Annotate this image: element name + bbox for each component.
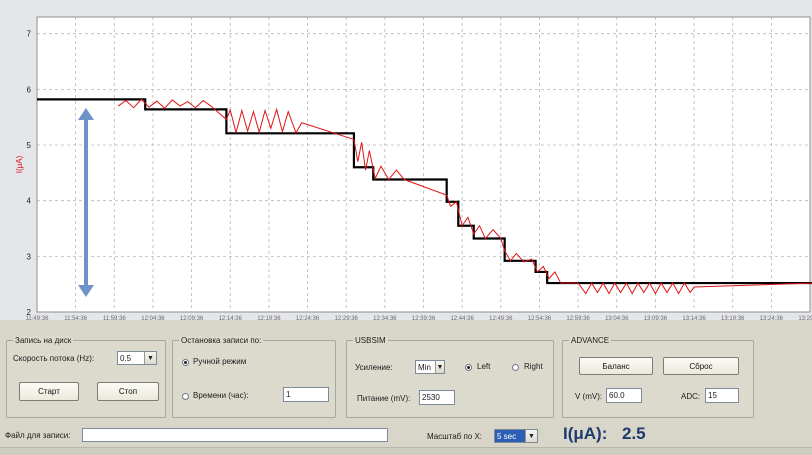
x-tick-label: 12:34:36 [373, 316, 397, 320]
file-input[interactable] [82, 428, 388, 442]
rate-select[interactable]: 0.5 ▼ [117, 351, 157, 365]
v-value: 60.0 [609, 391, 625, 400]
balance-button[interactable]: Баланс [579, 357, 653, 375]
x-tick-label: 12:44:36 [450, 316, 474, 320]
file-label: Файл для записи: [5, 431, 71, 440]
time-radio[interactable] [182, 393, 189, 400]
current-chart: 23456711:49:36 11:54:36 11:59:36 12:04:36 12… [15, 16, 812, 320]
rate-value: 0.5 [120, 354, 132, 363]
usbsim-group: USBSIM Усиление: Min ▼ Left Right Питани… [346, 336, 554, 418]
disk-record-group: Запись на диск Скорость потока (Hz): 0.5… [6, 336, 166, 418]
left-label: Left [477, 362, 491, 371]
power-input[interactable]: 2530 [419, 390, 455, 405]
right-radio[interactable] [512, 364, 519, 371]
right-label: Right [524, 362, 543, 371]
chart-area: 2 3 4 5 6 7 11:49:36 11:54:36 11:59:36 12:04:36 12… [0, 0, 812, 320]
time-value: 1 [286, 390, 291, 399]
advance-group: ADVANCE Баланс Сброс V (mV): 60.0 ADC: 1… [562, 336, 754, 418]
stop-record-group: Остановка записи по: Ручной режим Времен… [172, 336, 336, 418]
time-label: Времени (час): [193, 391, 249, 400]
x-tick-label: 13:04:36 [605, 316, 629, 320]
x-tick-label: 12:04:36 [141, 316, 165, 320]
current-readout-value: 2.5 [622, 424, 646, 443]
scale-value: 5 sec [497, 432, 517, 441]
time-input[interactable]: 1 [283, 387, 329, 402]
x-tick-label: 11:54:36 [64, 316, 88, 320]
y-axis-label: I(μA) [15, 155, 24, 173]
start-button[interactable]: Старт [19, 382, 79, 401]
scale-label: Масштаб по X: [427, 432, 483, 441]
manual-label: Ручной режим [193, 357, 247, 366]
gain-label: Усиление: [355, 363, 393, 372]
x-tick-label: 12:09:36 [180, 316, 204, 320]
adc-value: 15 [708, 391, 717, 400]
x-tick-label: 12:29:36 [335, 316, 359, 320]
x-tick-label: 12:24:36 [296, 316, 320, 320]
stop-record-title: Остановка записи по: [179, 336, 264, 346]
usbsim-title: USBSIM [353, 336, 388, 346]
power-label: Питание (mV): [357, 394, 411, 403]
disk-record-title: Запись на диск [13, 336, 74, 346]
manual-radio[interactable] [182, 359, 189, 366]
y-tick-label: 4 [27, 197, 32, 206]
x-tick-label: 12:59:36 [566, 316, 590, 320]
chevron-down-icon: ▼ [144, 352, 156, 364]
gain-value: Min [418, 363, 431, 372]
x-tick-label: 13:19:36 [721, 316, 745, 320]
x-tick-label: 11:49:36 [26, 316, 50, 320]
x-tick-label: 13:09:36 [644, 316, 668, 320]
x-tick-label: 12:39:36 [412, 316, 436, 320]
reset-button[interactable]: Сброс [663, 357, 739, 375]
chevron-down-icon: ▼ [525, 430, 537, 442]
scale-select[interactable]: 5 sec ▼ [494, 429, 538, 443]
adc-label: ADC: [681, 392, 701, 401]
x-tick-label: 13:14:36 [682, 316, 706, 320]
y-tick-label: 6 [27, 85, 32, 94]
power-value: 2530 [422, 393, 440, 402]
advance-title: ADVANCE [569, 336, 612, 346]
y-tick-label: 5 [27, 141, 32, 150]
adc-input[interactable]: 15 [705, 388, 739, 403]
v-label: V (mV): [575, 392, 603, 401]
x-tick-label: 12:19:36 [257, 316, 281, 320]
gain-select[interactable]: Min ▼ [415, 360, 445, 374]
x-tick-label: 13:29:36 [798, 316, 812, 320]
y-tick-label: 7 [27, 30, 32, 39]
x-tick-label: 12:14:36 [219, 316, 243, 320]
x-tick-label: 11:59:36 [103, 316, 127, 320]
rate-label: Скорость потока (Hz): [13, 354, 95, 363]
current-readout-label: I(μA): [563, 424, 608, 443]
left-radio[interactable] [465, 364, 472, 371]
stop-button[interactable]: Стоп [97, 382, 159, 401]
x-tick-label: 13:24:36 [760, 316, 784, 320]
chevron-down-icon: ▼ [435, 361, 444, 373]
x-tick-label: 12:49:36 [489, 316, 513, 320]
x-tick-label: 12:54:36 [528, 316, 552, 320]
v-input[interactable]: 60.0 [606, 388, 642, 403]
y-tick-label: 3 [27, 252, 32, 261]
